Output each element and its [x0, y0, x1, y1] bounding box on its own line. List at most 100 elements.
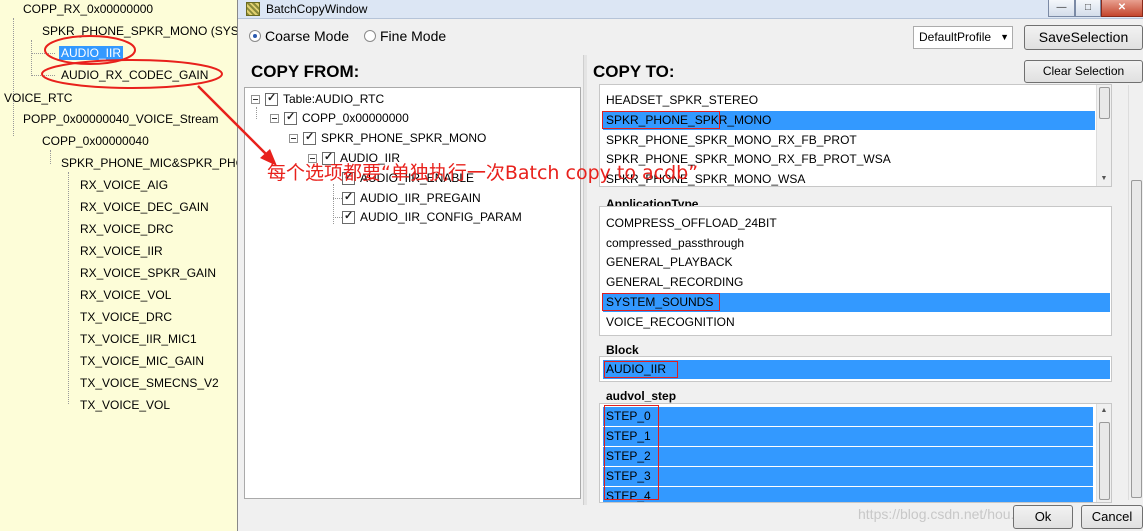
- from-item-audio-iir-pregain[interactable]: AUDIO_IIR_PREGAIN: [342, 189, 481, 207]
- cancel-button[interactable]: Cancel: [1081, 505, 1143, 529]
- collapse-icon[interactable]: [251, 94, 260, 104]
- application-type-list: COMPRESS_OFFLOAD_24BIT compressed_passth…: [599, 206, 1112, 336]
- from-item-table-audio-rtc[interactable]: Table:AUDIO_RTC: [251, 90, 384, 108]
- collapse-icon[interactable]: [289, 133, 298, 143]
- list-item[interactable]: STEP_4: [603, 487, 1093, 502]
- copy-to-title: COPY TO:: [593, 62, 675, 81]
- tree-item-spkr-phone-spkr-mono[interactable]: SPKR_PHONE_SPKR_MONO (SYSTEM: [42, 22, 237, 40]
- tree-item-rx-voice-dec-gain[interactable]: RX_VOICE_DEC_GAIN: [80, 198, 209, 216]
- scrollbar-thumb[interactable]: [1099, 87, 1110, 119]
- app-icon: [246, 2, 260, 16]
- list-item[interactable]: GENERAL_RECORDING: [603, 273, 1108, 292]
- block-label: Block: [606, 343, 639, 357]
- tree-item-copp-rx[interactable]: COPP_RX_0x00000000: [23, 0, 153, 18]
- tree-connector: [256, 107, 257, 119]
- coarse-mode-radio[interactable]: Coarse Mode: [249, 28, 349, 44]
- collapse-icon[interactable]: [270, 113, 279, 123]
- scrollbar-thumb[interactable]: [1099, 422, 1110, 500]
- tree-item-voice-rtc[interactable]: VOICE_RTC: [4, 89, 72, 107]
- list-item[interactable]: COMPRESS_OFFLOAD_24BIT: [603, 214, 1108, 233]
- list-item[interactable]: compressed_passthrough: [603, 234, 1108, 253]
- copy-to-scrollbar[interactable]: [1128, 85, 1143, 500]
- from-item-label: AUDIO_IIR_PREGAIN: [360, 191, 481, 205]
- audvol-step-scrollbar[interactable]: ▲: [1096, 404, 1111, 502]
- fine-mode-radio[interactable]: Fine Mode: [364, 28, 446, 44]
- highlight-box: [604, 405, 659, 500]
- tree-connector: [31, 75, 55, 76]
- tree-connector: [333, 217, 342, 218]
- tree-item-tx-voice-iir-mic1[interactable]: TX_VOICE_IIR_MIC1: [80, 330, 197, 348]
- radio-unselected-icon: [364, 30, 376, 42]
- tree-item-copp-40[interactable]: COPP_0x00000040: [42, 132, 149, 150]
- checkbox[interactable]: [265, 91, 278, 106]
- list-item[interactable]: GENERAL_PLAYBACK: [603, 253, 1108, 272]
- highlight-box: [604, 361, 678, 378]
- tree-item-rx-voice-drc[interactable]: RX_VOICE_DRC: [80, 220, 173, 238]
- tree-item-popp-voice-stream[interactable]: POPP_0x00000040_VOICE_Stream: [23, 110, 218, 128]
- list-item[interactable]: STEP_0: [603, 407, 1093, 426]
- tree-connector: [333, 198, 342, 199]
- tree-item-rx-voice-spkr-gain[interactable]: RX_VOICE_SPKR_GAIN: [80, 264, 216, 282]
- audvol-step-label: audvol_step: [606, 389, 677, 403]
- tree-connector: [50, 150, 51, 164]
- scroll-down-icon[interactable]: ▼: [1097, 172, 1111, 186]
- minimize-button[interactable]: —: [1048, 0, 1075, 17]
- maximize-button[interactable]: □: [1075, 0, 1101, 17]
- from-item-label: Table:AUDIO_RTC: [283, 92, 385, 106]
- left-tree-panel: COPP_RX_0x00000000 SPKR_PHONE_SPKR_MONO …: [0, 0, 237, 531]
- watermark: https://blog.csdn.net/hou...: [858, 506, 1023, 522]
- tree-item-rx-voice-iir[interactable]: RX_VOICE_IIR: [80, 242, 163, 260]
- from-item-label: COPP_0x00000000: [302, 111, 409, 125]
- checkbox[interactable]: [284, 110, 297, 125]
- device-list-scrollbar[interactable]: ▲ ▼: [1096, 85, 1111, 186]
- list-item[interactable]: SPKR_PHONE_SPKR_MONO_RX_FB_PROT: [603, 131, 1093, 150]
- radio-selected-icon: [249, 30, 261, 42]
- checkbox[interactable]: [342, 209, 355, 224]
- from-item-label: AUDIO_IIR_CONFIG_PARAM: [360, 210, 522, 224]
- audvol-step-list: STEP_0 STEP_1 STEP_2 STEP_3 STEP_4 ▲: [599, 403, 1112, 503]
- tree-connector: [333, 184, 334, 224]
- window-title: BatchCopyWindow: [266, 2, 368, 16]
- close-button[interactable]: ✕: [1101, 0, 1143, 17]
- copy-from-title: COPY FROM:: [251, 62, 360, 81]
- tree-connector: [31, 40, 32, 76]
- list-item[interactable]: STEP_3: [603, 467, 1093, 486]
- highlight-box: [602, 293, 720, 311]
- list-item[interactable]: STEP_1: [603, 427, 1093, 446]
- tree-item-tx-voice-vol[interactable]: TX_VOICE_VOL: [80, 396, 170, 414]
- from-item-copp[interactable]: COPP_0x00000000: [270, 109, 409, 127]
- ok-button[interactable]: Ok: [1013, 505, 1073, 529]
- tree-connector: [13, 18, 14, 136]
- from-item-spkr-phone-spkr-mono[interactable]: SPKR_PHONE_SPKR_MONO: [289, 129, 486, 147]
- tree-item-audio-iir[interactable]: AUDIO_IIR: [59, 44, 124, 62]
- tree-item-rx-voice-vol[interactable]: RX_VOICE_VOL: [80, 286, 171, 304]
- list-item[interactable]: AUDIO_IIR: [603, 360, 1110, 379]
- from-item-audio-iir-config-param[interactable]: AUDIO_IIR_CONFIG_PARAM: [342, 208, 522, 226]
- panel-splitter[interactable]: [583, 55, 587, 505]
- tree-item-tx-voice-mic-gain[interactable]: TX_VOICE_MIC_GAIN: [80, 352, 204, 370]
- tree-item-tx-voice-drc[interactable]: TX_VOICE_DRC: [80, 308, 172, 326]
- clear-selection-button[interactable]: Clear Selection: [1024, 60, 1143, 83]
- checkbox[interactable]: [342, 190, 355, 205]
- list-item[interactable]: VOICE_RECOGNITION: [603, 313, 1108, 332]
- save-selection-button[interactable]: SaveSelection: [1024, 25, 1143, 50]
- profile-select[interactable]: DefaultProfile ▼: [913, 26, 1013, 49]
- copy-from-tree: Table:AUDIO_RTC COPP_0x00000000 SPKR_PHO…: [244, 87, 581, 499]
- from-item-label: SPKR_PHONE_SPKR_MONO: [321, 131, 487, 145]
- tree-item-audio-rx-codec-gain[interactable]: AUDIO_RX_CODEC_GAIN: [61, 66, 208, 84]
- title-bar[interactable]: BatchCopyWindow — □ ✕: [238, 0, 1143, 19]
- scrollbar-thumb[interactable]: [1131, 180, 1142, 498]
- chevron-down-icon: ▼: [1000, 32, 1009, 42]
- list-item[interactable]: HEADSET_SPKR_STEREO: [603, 91, 1093, 110]
- coarse-mode-label: Coarse Mode: [265, 28, 350, 44]
- tree-connector: [31, 53, 55, 54]
- checkbox[interactable]: [303, 130, 316, 145]
- tree-item-spkr-phone-mic[interactable]: SPKR_PHONE_MIC&SPKR_PHONE: [61, 154, 237, 172]
- fine-mode-label: Fine Mode: [380, 28, 447, 44]
- profile-select-value: DefaultProfile: [919, 30, 992, 44]
- list-item[interactable]: STEP_2: [603, 447, 1093, 466]
- tree-item-tx-voice-smecns-v2[interactable]: TX_VOICE_SMECNS_V2: [80, 374, 219, 392]
- batch-copy-window: BatchCopyWindow — □ ✕ Coarse Mode Fine M…: [237, 0, 1143, 531]
- tree-item-rx-voice-aig[interactable]: RX_VOICE_AIG: [80, 176, 168, 194]
- scroll-up-icon[interactable]: ▲: [1097, 404, 1111, 418]
